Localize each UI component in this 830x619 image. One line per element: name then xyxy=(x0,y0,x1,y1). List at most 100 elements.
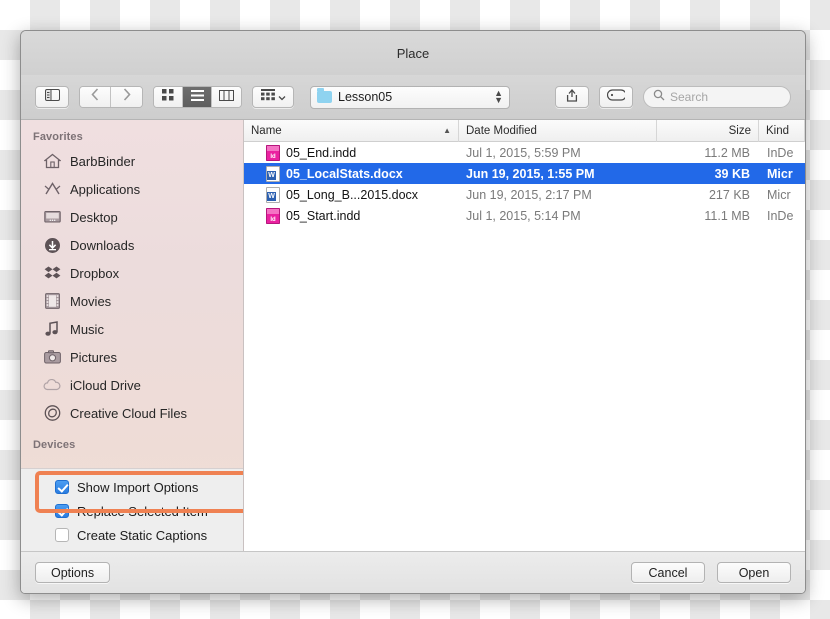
toolbar: Lesson05 ▲▼ xyxy=(21,75,805,120)
file-name-cell: 05_LocalStats.docx xyxy=(244,166,459,182)
column-header-kind[interactable]: Kind xyxy=(759,120,805,142)
checkbox-label: Show Import Options xyxy=(77,480,198,495)
sidebar-item-barbbinder[interactable]: BarbBinder xyxy=(21,147,243,175)
tag-button[interactable] xyxy=(599,86,633,108)
sidebar-item-icloud-drive[interactable]: iCloud Drive xyxy=(21,371,243,399)
dialog-footer: Options Cancel Open xyxy=(21,551,805,593)
sidebar-item-label: Music xyxy=(70,322,104,337)
table-row[interactable]: 05_End.indd Jul 1, 2015, 5:59 PM 11.2 MB… xyxy=(244,142,805,163)
checkbox-row-create-static-captions[interactable]: Create Static Captions xyxy=(21,523,243,547)
column-header-label: Date Modified xyxy=(466,125,537,137)
file-kind-cell: InDe xyxy=(759,146,805,160)
file-size-cell: 11.1 MB xyxy=(657,209,759,223)
sidebar-item-label: iCloud Drive xyxy=(70,378,141,393)
applications-icon xyxy=(43,180,61,198)
sidebar-item-downloads[interactable]: Downloads xyxy=(21,231,243,259)
checkbox-show-import-options[interactable] xyxy=(55,480,69,494)
checkbox-label: Replace Selected Item xyxy=(77,504,208,519)
arrange-button[interactable] xyxy=(252,86,294,108)
file-date-cell: Jul 1, 2015, 5:59 PM xyxy=(459,146,657,160)
sort-ascending-icon: ▲ xyxy=(443,126,451,135)
indesign-file-icon xyxy=(266,145,280,161)
sidebar-item-desktop[interactable]: Desktop xyxy=(21,203,243,231)
sidebar-toggle-button[interactable] xyxy=(35,86,69,108)
options-button[interactable]: Options xyxy=(35,562,110,583)
table-row[interactable]: 05_LocalStats.docx Jun 19, 2015, 1:55 PM… xyxy=(244,163,805,184)
file-kind-cell: Micr xyxy=(759,188,805,202)
import-options-panel: Show Import Options Replace Selected Ite… xyxy=(21,468,243,551)
search-icon xyxy=(653,88,665,106)
checkbox-row-show-import-options[interactable]: Show Import Options xyxy=(21,475,243,499)
back-button[interactable] xyxy=(80,87,111,107)
dropbox-icon xyxy=(43,264,61,282)
music-icon xyxy=(43,320,61,338)
file-kind-cell: InDe xyxy=(759,209,805,223)
movies-icon xyxy=(43,292,61,310)
sidebar-item-label: Downloads xyxy=(70,238,134,253)
word-file-icon xyxy=(266,187,280,203)
file-size-cell: 217 KB xyxy=(657,188,759,202)
window-title: Place xyxy=(397,46,430,61)
home-icon xyxy=(43,152,61,170)
column-header-label: Kind xyxy=(766,125,789,137)
file-date-cell: Jun 19, 2015, 2:17 PM xyxy=(459,188,657,202)
grid-icon xyxy=(162,88,174,106)
downloads-icon xyxy=(43,236,61,254)
file-date-cell: Jul 1, 2015, 5:14 PM xyxy=(459,209,657,223)
file-name-cell: 05_End.indd xyxy=(244,145,459,161)
creative-cloud-icon xyxy=(43,404,61,422)
cancel-button[interactable]: Cancel xyxy=(631,562,705,583)
sidebar-section-favorites: Favorites xyxy=(21,128,243,147)
updown-chevron-icon: ▲▼ xyxy=(494,90,503,104)
search-field[interactable]: Search xyxy=(643,86,791,108)
sidebar-item-label: Movies xyxy=(70,294,111,309)
sidebar-item-creative-cloud-files[interactable]: Creative Cloud Files xyxy=(21,399,243,427)
sidebar-item-label: Desktop xyxy=(70,210,118,225)
columns-icon xyxy=(219,88,234,106)
checkbox-row-replace-selected-item[interactable]: Replace Selected Item xyxy=(21,499,243,523)
sidebar-item-pictures[interactable]: Pictures xyxy=(21,343,243,371)
checkbox-replace-selected-item[interactable] xyxy=(55,504,69,518)
list-view-button[interactable] xyxy=(183,87,212,107)
table-row[interactable]: 05_Start.indd Jul 1, 2015, 5:14 PM 11.1 … xyxy=(244,205,805,226)
forward-button[interactable] xyxy=(111,87,142,107)
chevron-right-icon xyxy=(123,88,131,106)
tag-icon xyxy=(607,88,625,106)
checkbox-create-static-captions[interactable] xyxy=(55,528,69,542)
share-button[interactable] xyxy=(555,86,589,108)
column-header-size[interactable]: Size xyxy=(657,120,759,142)
sidebar-toggle-icon xyxy=(45,88,60,106)
sidebar: Favorites BarbBinder xyxy=(21,120,244,551)
file-list: Name ▲ Date Modified Size Kind 05_End.in… xyxy=(244,120,805,551)
folder-icon xyxy=(317,91,332,103)
file-name-label: 05_Start.indd xyxy=(286,209,360,223)
search-placeholder: Search xyxy=(670,90,708,104)
table-row[interactable]: 05_Long_B...2015.docx Jun 19, 2015, 2:17… xyxy=(244,184,805,205)
file-size-cell: 39 KB xyxy=(657,167,759,181)
list-icon xyxy=(191,88,204,106)
file-name-label: 05_LocalStats.docx xyxy=(286,167,403,181)
icon-view-button[interactable] xyxy=(154,87,183,107)
column-header-name[interactable]: Name ▲ xyxy=(244,120,459,142)
chevron-down-icon xyxy=(278,88,286,106)
desktop-icon xyxy=(43,208,61,226)
sidebar-item-movies[interactable]: Movies xyxy=(21,287,243,315)
sidebar-item-label: Applications xyxy=(70,182,140,197)
file-list-header: Name ▲ Date Modified Size Kind xyxy=(244,120,805,142)
column-header-date-modified[interactable]: Date Modified xyxy=(459,120,657,142)
path-popup-button[interactable]: Lesson05 ▲▼ xyxy=(310,86,510,109)
open-button[interactable]: Open xyxy=(717,562,791,583)
sidebar-item-music[interactable]: Music xyxy=(21,315,243,343)
sidebar-item-label: Pictures xyxy=(70,350,117,365)
file-kind-cell: Micr xyxy=(759,167,805,181)
word-file-icon xyxy=(266,166,280,182)
column-view-button[interactable] xyxy=(212,87,241,107)
sidebar-section-devices: Devices xyxy=(21,427,243,455)
title-bar: Place xyxy=(21,31,805,75)
place-dialog-window: Place xyxy=(20,30,806,594)
sidebar-item-dropbox[interactable]: Dropbox xyxy=(21,259,243,287)
file-name-cell: 05_Long_B...2015.docx xyxy=(244,187,459,203)
sidebar-item-applications[interactable]: Applications xyxy=(21,175,243,203)
pictures-icon xyxy=(43,348,61,366)
view-mode-buttons xyxy=(153,86,242,108)
